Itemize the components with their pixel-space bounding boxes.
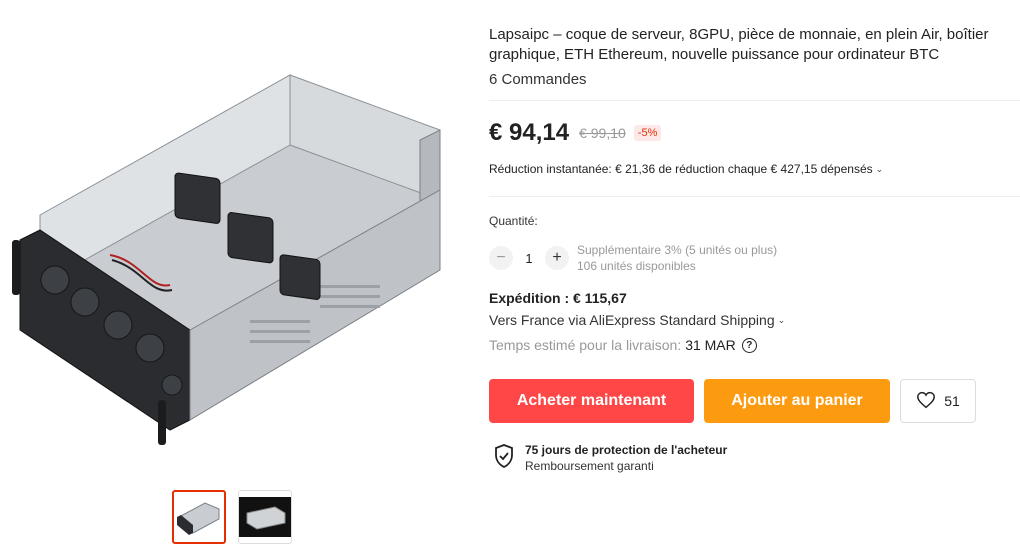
delivery-date: 31 MAR bbox=[685, 337, 736, 353]
product-title: Lapsaipc – coque de serveur, 8GPU, pièce… bbox=[489, 26, 989, 63]
product-main-image bbox=[0, 40, 470, 480]
current-price: € 94,14 bbox=[489, 119, 570, 146]
protection-subtitle: Remboursement garanti bbox=[525, 459, 654, 473]
original-price: € 99,10 bbox=[579, 125, 626, 141]
instant-discount-text: Réduction instantanée: € 21,36 de réduct… bbox=[489, 162, 873, 176]
question-circle-icon[interactable]: ? bbox=[741, 337, 757, 353]
wishlist-button[interactable]: 51 bbox=[900, 379, 976, 423]
thumbnail-list bbox=[172, 490, 292, 544]
heart-icon bbox=[916, 391, 936, 412]
quantity-value[interactable]: 1 bbox=[513, 251, 545, 266]
chevron-down-icon: ⌄ bbox=[777, 314, 786, 325]
action-buttons: Acheter maintenant Ajouter au panier 51 bbox=[489, 379, 976, 423]
shipping-route-text: Vers France via AliExpress Standard Ship… bbox=[489, 312, 775, 328]
chevron-down-icon: ⌄ bbox=[875, 163, 884, 174]
quantity-stepper: − 1 + Supplémentaire 3% (5 unités ou plu… bbox=[489, 242, 777, 274]
thumbnail-1[interactable] bbox=[172, 490, 226, 544]
delivery-estimate-label: Temps estimé pour la livraison: bbox=[489, 337, 682, 353]
delivery-estimate: Temps estimé pour la livraison: 31 MAR ? bbox=[489, 337, 757, 353]
bulk-discount-text: Supplémentaire 3% (5 unités ou plus) bbox=[577, 243, 778, 257]
shield-check-icon bbox=[493, 443, 515, 474]
buyer-protection: 75 jours de protection de l'acheteur Rem… bbox=[493, 443, 727, 474]
buy-now-button[interactable]: Acheter maintenant bbox=[489, 379, 694, 423]
quantity-label: Quantité: bbox=[489, 214, 538, 228]
instant-discount[interactable]: Réduction instantanée: € 21,36 de réduct… bbox=[489, 162, 883, 176]
price-row: € 94,14 € 99,10 -5% bbox=[489, 119, 662, 147]
quantity-increase-button[interactable]: + bbox=[545, 246, 569, 270]
discount-badge: -5% bbox=[633, 125, 662, 141]
quantity-decrease-button[interactable]: − bbox=[489, 246, 513, 270]
shipping-method-selector[interactable]: Vers France via AliExpress Standard Ship… bbox=[489, 312, 785, 328]
order-count: 6 Commandes bbox=[489, 71, 587, 88]
divider bbox=[489, 196, 1020, 197]
protection-title: 75 jours de protection de l'acheteur bbox=[525, 443, 728, 457]
quantity-info: Supplémentaire 3% (5 unités ou plus) 106… bbox=[577, 242, 777, 274]
divider bbox=[489, 100, 1020, 101]
stock-available-text: 106 unités disponibles bbox=[577, 259, 696, 273]
thumbnail-2[interactable] bbox=[238, 490, 292, 544]
add-to-cart-button[interactable]: Ajouter au panier bbox=[704, 379, 890, 423]
wishlist-count: 51 bbox=[944, 393, 960, 409]
shipping-cost: Expédition : € 115,67 bbox=[489, 290, 627, 306]
